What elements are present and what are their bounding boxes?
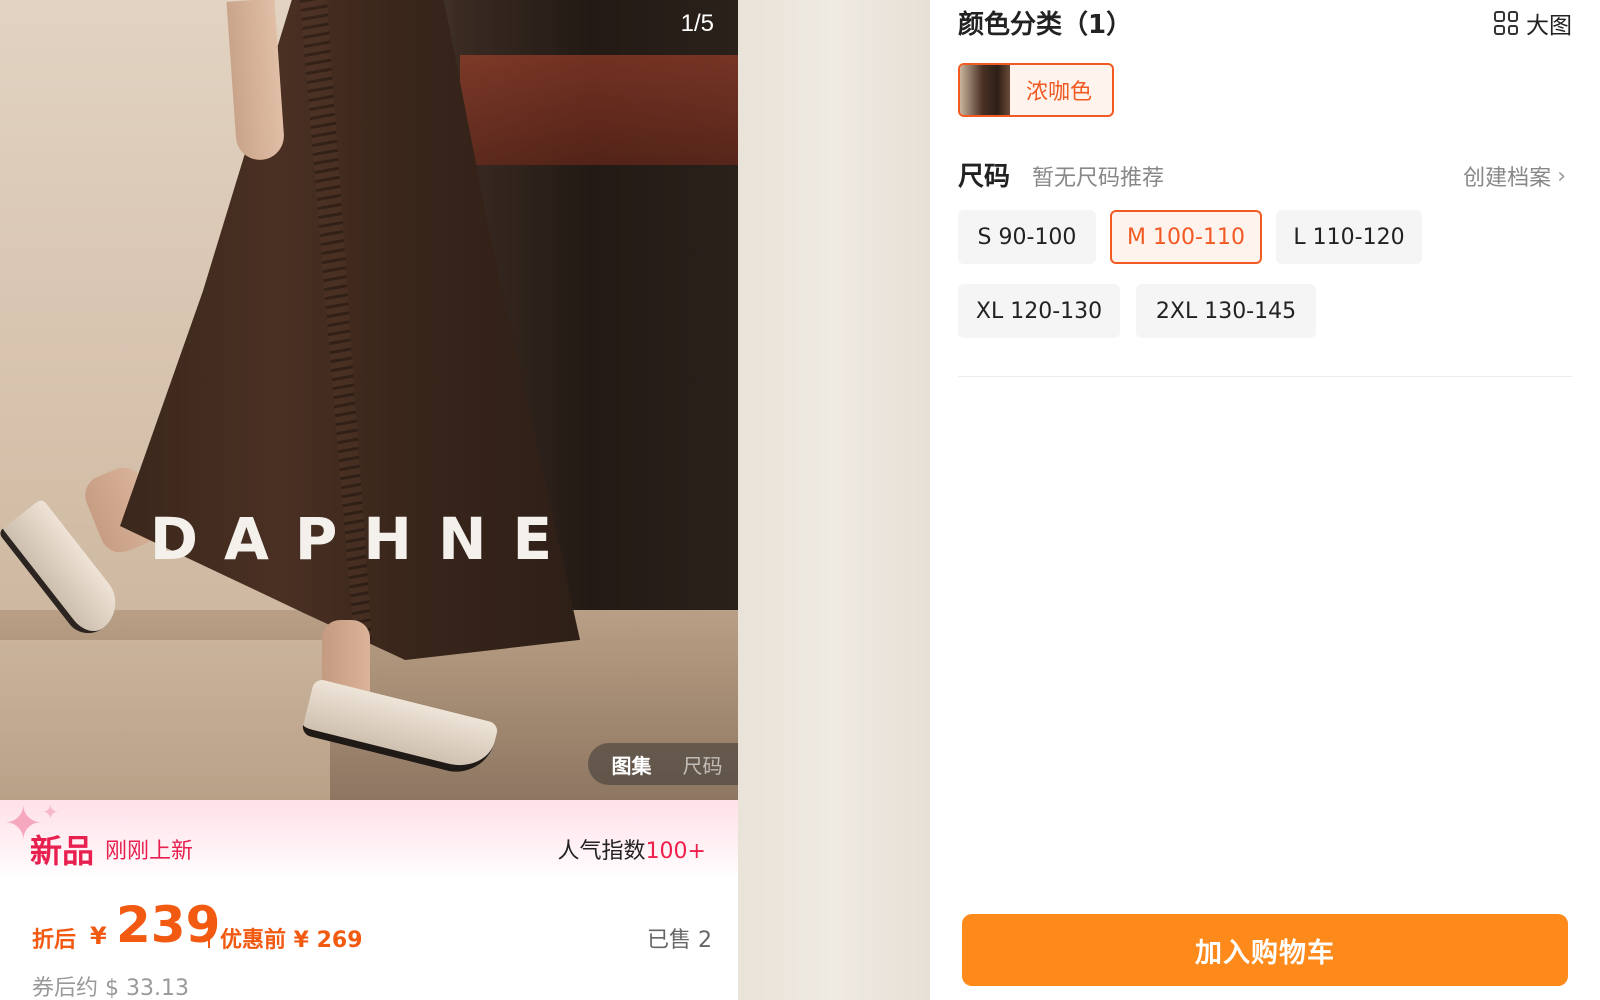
tab-gallery[interactable]: 图集 xyxy=(612,750,652,779)
currency-symbol: ¥ xyxy=(90,922,107,950)
product-panel: DAPHNE 1/5 图集 尺码 ✦ ✦ 新品 刚刚上新 人气指数100+ 折后… xyxy=(0,0,738,1000)
size-option-s[interactable]: S 90-100 xyxy=(958,210,1096,264)
current-price: 239 xyxy=(116,896,221,954)
size-recommend-hint: 暂无尺码推荐 xyxy=(1032,166,1165,191)
size-section-title: 尺码 xyxy=(958,162,1011,192)
product-image[interactable]: DAPHNE 1/5 图集 尺码 xyxy=(0,0,738,800)
sku-selector-panel: 颜色分类（1） 大图 浓咖色 尺码 暂无尺码推荐 创建档案 › S 90-100… xyxy=(930,0,1600,1000)
background-strip xyxy=(738,0,930,1000)
popularity-index: 人气指数100+ xyxy=(558,833,706,865)
grid-icon xyxy=(1494,11,1518,35)
new-subtitle: 刚刚上新 xyxy=(105,839,194,864)
create-profile-link[interactable]: 创建档案 › xyxy=(1463,160,1566,192)
price-row: 折后 ¥ 239 优惠前 ¥ 269 已售 2 xyxy=(32,900,712,960)
color-option-label: 浓咖色 xyxy=(1026,80,1093,105)
big-picture-label: 大图 xyxy=(1526,13,1572,39)
brand-logo-text: DAPHNE xyxy=(149,505,579,573)
approx-price: 券后约 $ 33.13 xyxy=(32,976,189,1000)
image-counter: 1/5 xyxy=(680,10,714,37)
size-option-xl[interactable]: XL 120-130 xyxy=(958,284,1120,338)
new-badge: 新品 xyxy=(30,832,95,870)
color-section-title: 颜色分类（1） xyxy=(958,10,1133,40)
price-divider xyxy=(208,926,210,948)
image-window xyxy=(460,55,738,165)
popularity-value: 100+ xyxy=(645,839,706,864)
color-option-selected[interactable]: 浓咖色 xyxy=(958,63,1114,117)
big-picture-toggle[interactable]: 大图 xyxy=(1494,6,1572,40)
size-option-2xl[interactable]: 2XL 130-145 xyxy=(1136,284,1316,338)
popularity-label: 人气指数 xyxy=(557,839,646,864)
discount-label: 折后 xyxy=(32,928,77,953)
image-step-top xyxy=(0,640,330,800)
color-thumbnail xyxy=(960,65,1010,115)
tab-size-chart[interactable]: 尺码 xyxy=(683,750,723,779)
sold-count: 已售 2 xyxy=(647,928,712,953)
image-tabs: 图集 尺码 xyxy=(588,743,738,785)
original-price: 优惠前 ¥ 269 xyxy=(220,928,363,953)
size-option-m[interactable]: M 100-110 xyxy=(1110,210,1262,264)
add-to-cart-button[interactable]: 加入购物车 xyxy=(962,914,1568,986)
section-divider xyxy=(958,376,1572,377)
create-profile-label: 创建档案 xyxy=(1463,166,1552,191)
sparkle-small-icon: ✦ xyxy=(42,800,59,824)
chevron-right-icon: › xyxy=(1557,163,1566,189)
size-option-l[interactable]: L 110-120 xyxy=(1276,210,1422,264)
